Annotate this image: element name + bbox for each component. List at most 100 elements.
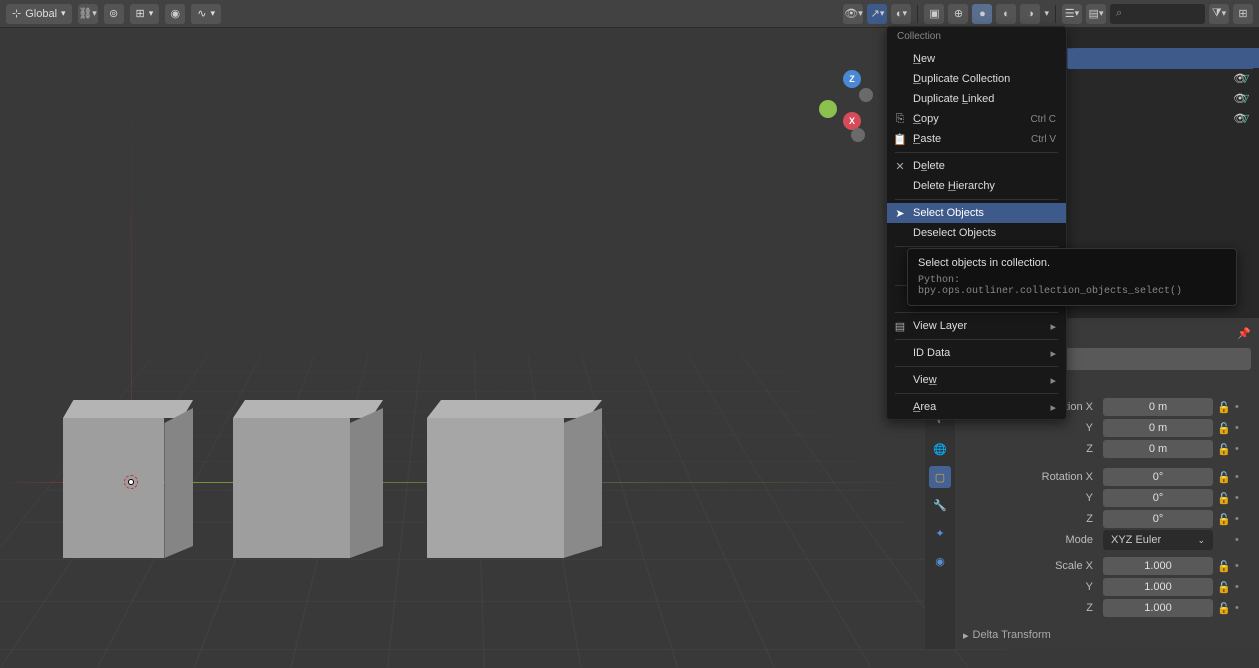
falloff-dropdown[interactable]: ∿▾	[191, 4, 221, 24]
keyframe-dot[interactable]: •	[1235, 602, 1245, 614]
tab-world[interactable]: 🌐	[929, 438, 951, 460]
lock-icon[interactable]: 🔓	[1217, 471, 1231, 484]
keyframe-dot[interactable]: •	[1235, 422, 1245, 434]
keyframe-dot[interactable]: •	[1235, 443, 1245, 455]
pin-icon[interactable]: 📌	[1237, 327, 1251, 340]
submenu-arrow-icon: ▸	[1050, 320, 1056, 333]
xray-toggle[interactable]: ▣	[924, 4, 944, 24]
rotation-y-row: Y 0° 🔓 •	[963, 488, 1251, 508]
menu-paste[interactable]: 📋 Paste Ctrl V	[887, 129, 1066, 149]
shading-wire[interactable]: ⊕	[948, 4, 968, 24]
chevron-down-icon: ⌄	[1197, 535, 1205, 546]
outliner-search[interactable]: ⌕	[1110, 4, 1205, 24]
location-y-value[interactable]: 0 m	[1103, 419, 1213, 437]
keyframe-dot[interactable]: •	[1235, 581, 1245, 593]
tab-particles[interactable]: ✦	[929, 522, 951, 544]
pivot-dropdown[interactable]: ⛓▾	[78, 4, 98, 24]
material-icon: ◐	[1003, 8, 1010, 20]
y-axis-handle[interactable]	[819, 100, 837, 118]
location-x-value[interactable]: 0 m	[1103, 398, 1213, 416]
outliner-filter-dropdown[interactable]: ▤▾	[1086, 4, 1106, 24]
menu-view-layer[interactable]: ▤ View Layer▸	[887, 316, 1066, 336]
keyframe-dot[interactable]: •	[1235, 401, 1245, 413]
lock-icon[interactable]: 🔓	[1217, 560, 1231, 573]
shading-rendered[interactable]: ◑	[1020, 4, 1040, 24]
eye-icon[interactable]: 👁	[1231, 72, 1249, 85]
lock-icon[interactable]: 🔓	[1217, 401, 1231, 414]
z-label: Z	[963, 602, 1099, 614]
filter-dropdown[interactable]: ⧩▾	[1209, 4, 1229, 24]
orientation-dropdown[interactable]: ⊹ Global ▾	[6, 4, 72, 24]
neg-axis-handle[interactable]	[851, 128, 865, 142]
shading-solid[interactable]: ●	[972, 4, 992, 24]
menu-duplicate-linked[interactable]: Duplicate Linked	[887, 89, 1066, 109]
scale-z-value[interactable]: 1.000	[1103, 599, 1213, 617]
y-label: Y	[963, 581, 1099, 593]
gizmo-dropdown[interactable]: ↗▾	[867, 4, 887, 24]
tab-object[interactable]: ▢	[929, 466, 951, 488]
menu-select-objects[interactable]: ➤ Select Objects	[887, 203, 1066, 223]
keyframe-dot[interactable]: •	[1235, 534, 1245, 546]
eye-icon[interactable]: 👁	[1231, 92, 1249, 105]
tab-physics[interactable]: ◉	[929, 550, 951, 572]
menu-duplicate-collection[interactable]: Duplicate Collection	[887, 69, 1066, 89]
lock-icon[interactable]: 🔓	[1217, 492, 1231, 505]
lock-icon[interactable]: 🔓	[1217, 581, 1231, 594]
delta-transform-header[interactable]: ▸ Delta Transform	[963, 624, 1251, 646]
location-z-value[interactable]: 0 m	[1103, 440, 1213, 458]
menu-separator	[895, 246, 1058, 247]
axes-icon: ⊹	[12, 7, 21, 20]
cube-object-2[interactable]	[233, 400, 383, 560]
scale-y-value[interactable]: 1.000	[1103, 578, 1213, 596]
keyframe-dot[interactable]: •	[1235, 513, 1245, 525]
outliner-display-dropdown[interactable]: ☰▾	[1062, 4, 1082, 24]
proportional-toggle[interactable]: ◉	[165, 4, 185, 24]
lock-icon[interactable]: 🔓	[1217, 513, 1231, 526]
rotation-x-label: Rotation X	[963, 471, 1099, 483]
menu-copy[interactable]: ⎘ Copy Ctrl C	[887, 109, 1066, 129]
menu-label: Duplicate Collection	[913, 73, 1010, 85]
3d-viewport[interactable]: Z X	[0, 28, 925, 649]
menu-separator	[895, 199, 1058, 200]
new-collection-icon: ⊞	[1238, 7, 1247, 20]
lock-icon[interactable]: 🔓	[1217, 422, 1231, 435]
menu-delete[interactable]: ✕ Delete	[887, 156, 1066, 176]
lock-icon[interactable]: 🔓	[1217, 602, 1231, 615]
menu-delete-hierarchy[interactable]: Delete Hierarchy	[887, 176, 1066, 196]
rotation-mode-dropdown[interactable]: XYZ Euler ⌄	[1103, 530, 1213, 550]
rotation-y-value[interactable]: 0°	[1103, 489, 1213, 507]
scale-z-row: Z 1.000 🔓 •	[963, 598, 1251, 618]
menu-label: Deselect Objects	[913, 227, 996, 239]
shading-matprev[interactable]: ◐	[996, 4, 1016, 24]
neg-axis-handle[interactable]	[859, 88, 873, 102]
cube-side-face	[564, 408, 603, 558]
keyframe-dot[interactable]: •	[1235, 560, 1245, 572]
lock-icon[interactable]: 🔓	[1217, 443, 1231, 456]
rotation-z-value[interactable]: 0°	[1103, 510, 1213, 528]
menu-new[interactable]: New	[887, 49, 1066, 69]
menu-view[interactable]: View▸	[887, 370, 1066, 390]
keyframe-dot[interactable]: •	[1235, 492, 1245, 504]
shading-options[interactable]: ▾	[1044, 8, 1049, 19]
rotation-x-value[interactable]: 0°	[1103, 468, 1213, 486]
new-collection-button[interactable]: ⊞	[1233, 4, 1253, 24]
keyframe-dot[interactable]: •	[1235, 471, 1245, 483]
paste-icon: 📋	[893, 133, 907, 146]
tab-modifiers[interactable]: 🔧	[929, 494, 951, 516]
scale-x-value[interactable]: 1.000	[1103, 557, 1213, 575]
menu-area[interactable]: Area▸	[887, 397, 1066, 417]
menu-deselect-objects[interactable]: Deselect Objects	[887, 223, 1066, 243]
eye-icon[interactable]: 👁	[1231, 112, 1249, 125]
menu-id-data[interactable]: ID Data▸	[887, 343, 1066, 363]
tooltip-python: Python: bpy.ops.outliner.collection_obje…	[918, 275, 1226, 297]
z-label: Z	[963, 443, 1099, 455]
shortcut: Ctrl V	[1031, 134, 1056, 145]
wrench-icon: 🔧	[933, 499, 947, 512]
snap-type[interactable]: ⊞▾	[130, 4, 160, 24]
snap-toggle[interactable]: ⊚	[104, 4, 124, 24]
cube-object-3[interactable]	[427, 400, 602, 560]
visibility-dropdown[interactable]: 👁▾	[843, 4, 863, 24]
overlay-dropdown[interactable]: ◐▾	[891, 4, 911, 24]
nav-gizmo[interactable]: Z X	[827, 70, 877, 150]
z-axis-handle[interactable]: Z	[843, 70, 861, 88]
